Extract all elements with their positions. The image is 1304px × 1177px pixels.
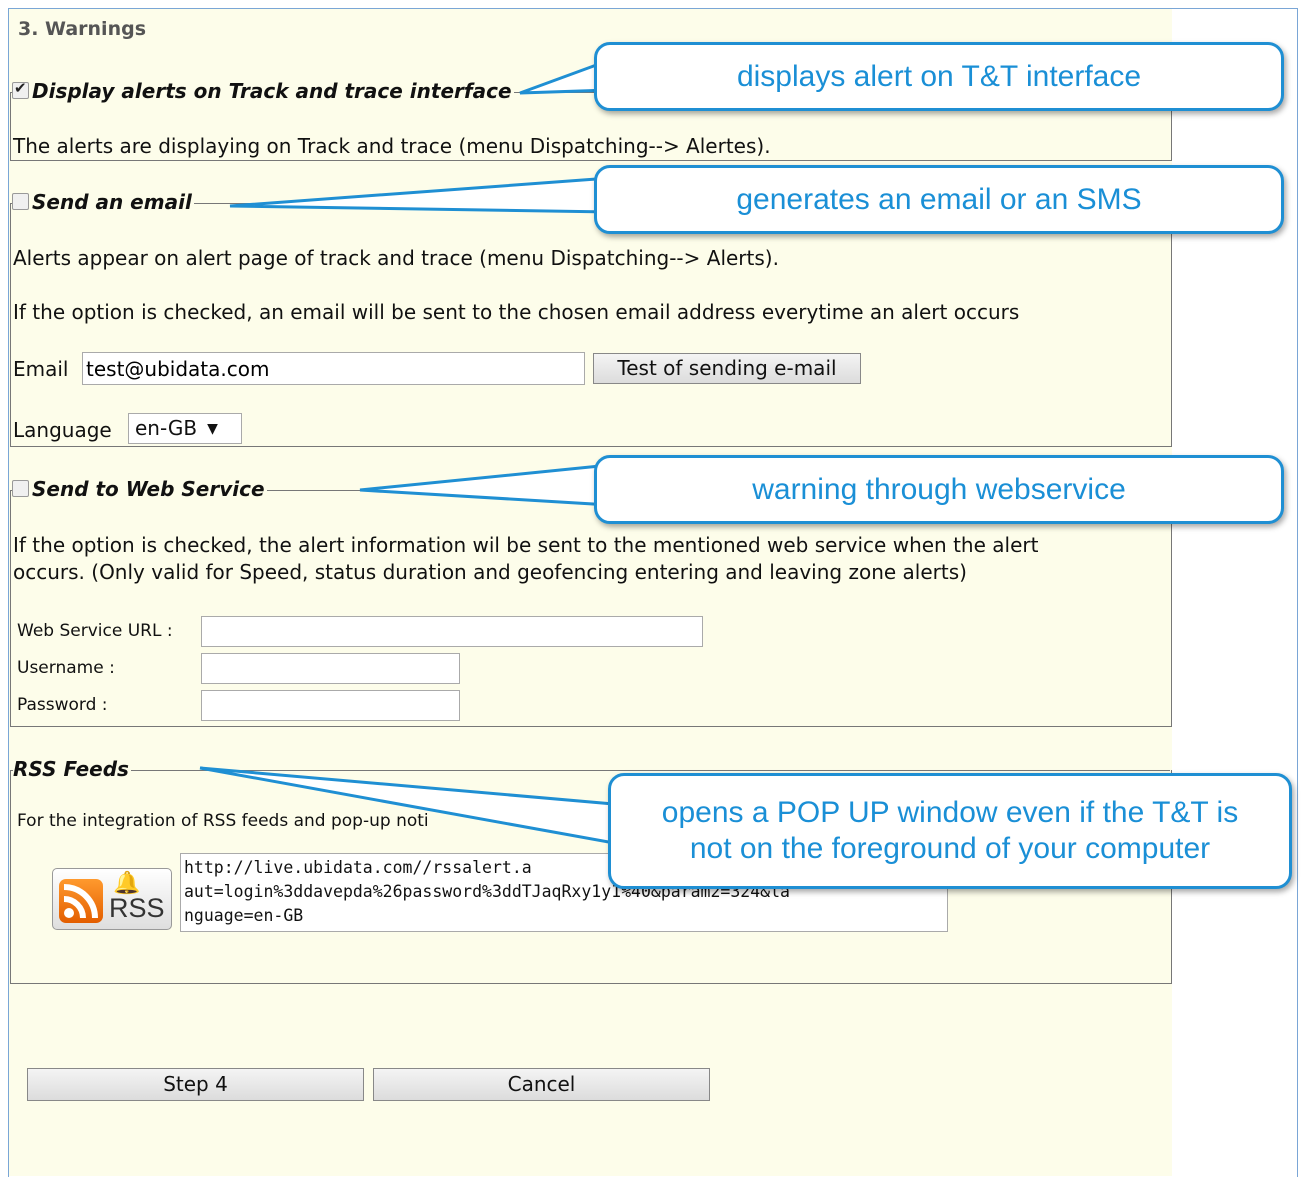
callout-display-alerts: displays alert on T&T interface bbox=[594, 42, 1284, 111]
callout-rss-line1: opens a POP UP window even if the T&T is bbox=[661, 796, 1239, 829]
callout-rss: opens a POP UP window even if the T&T is… bbox=[608, 773, 1292, 889]
callout-email: generates an email or an SMS bbox=[594, 165, 1284, 234]
callout-webservice: warning through webservice bbox=[594, 455, 1284, 524]
callout-rss-line2: not on the foreground of your computer bbox=[689, 832, 1211, 865]
